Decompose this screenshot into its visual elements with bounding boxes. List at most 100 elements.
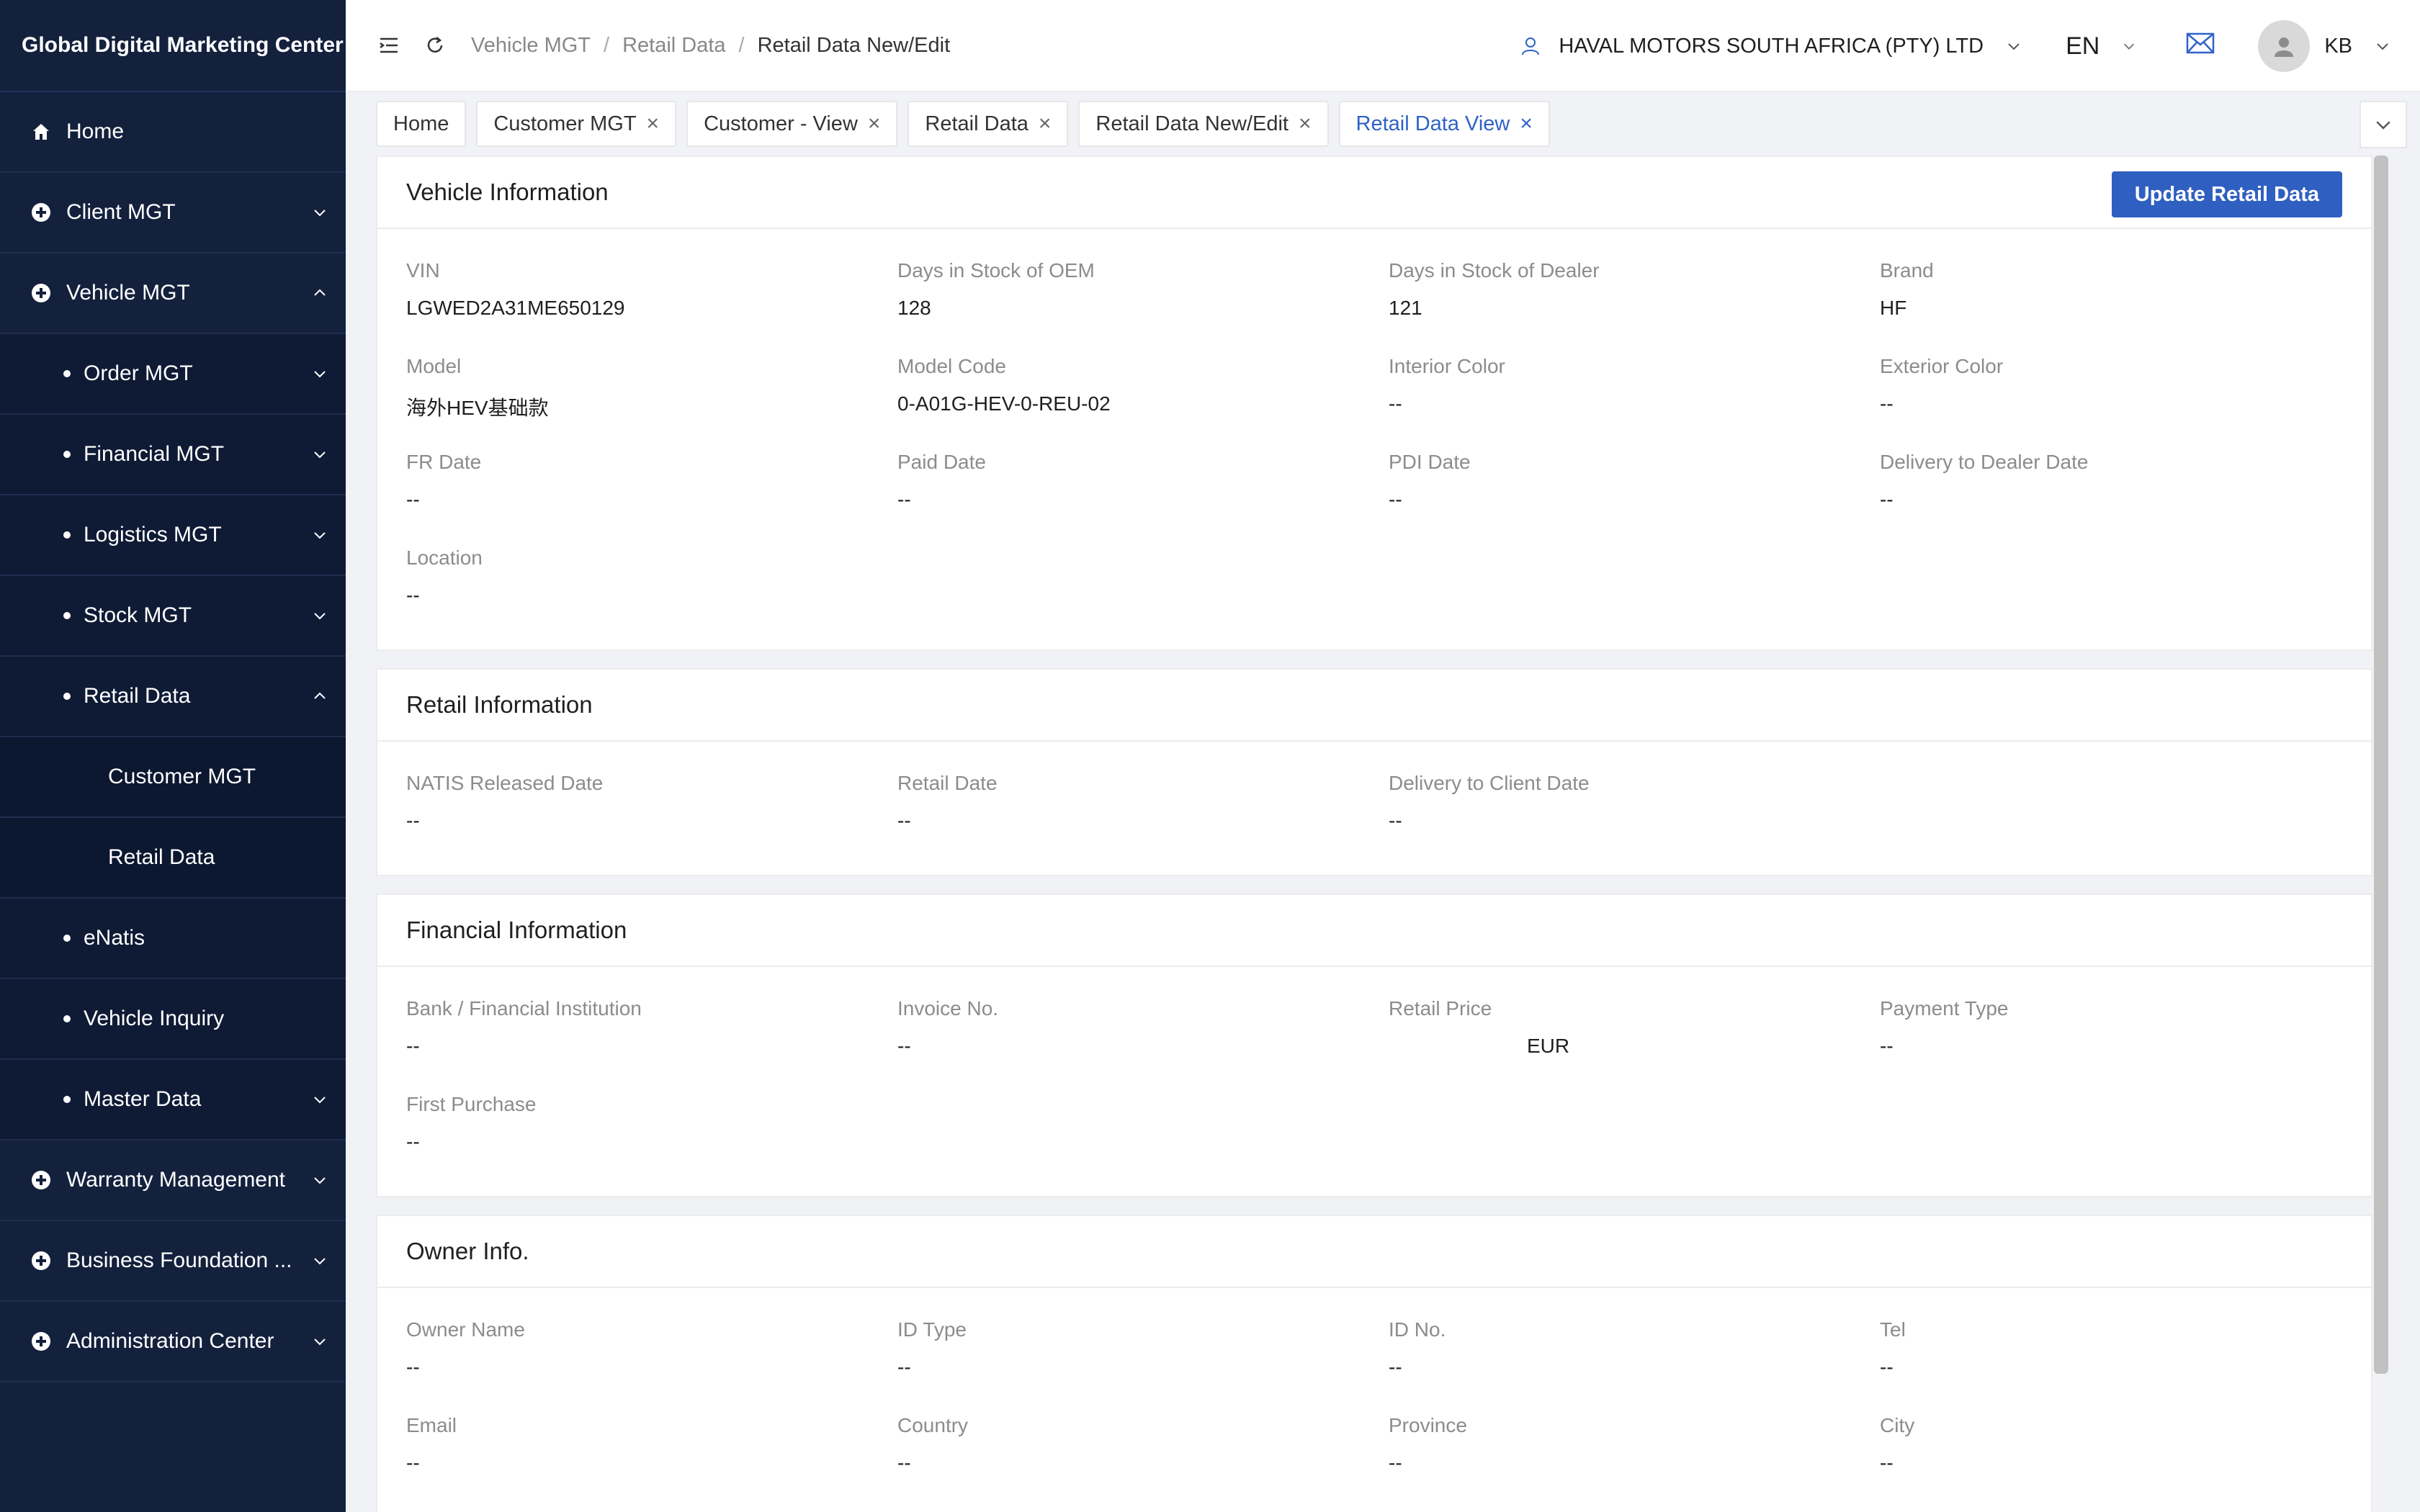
field-model-code: Model Code 0-A01G-HEV-0-REU-02 (897, 355, 1111, 415)
chevron-up-icon (314, 692, 326, 699)
sidebar-item-retail-data[interactable]: Retail Data (0, 818, 346, 899)
tab-label: Retail Data New/Edit (1095, 112, 1289, 135)
chevron-down-icon (2008, 43, 2020, 50)
sidebar-item-label: Vehicle MGT (66, 281, 190, 305)
main-content: Vehicle Information Update Retail Data V… (376, 156, 2372, 1512)
sidebar-item-label: Warranty Management (66, 1168, 286, 1192)
close-icon[interactable]: × (1520, 112, 1533, 136)
field-owner-name: Owner Name -- (406, 1318, 525, 1378)
update-retail-data-button[interactable]: Update Retail Data (2111, 171, 2342, 217)
user-name: KB (2324, 34, 2352, 58)
bullet-icon (63, 370, 71, 377)
sidebar-item-label: Administration Center (66, 1329, 274, 1353)
field-retail-price: Retail Price EUR (1389, 997, 1570, 1057)
tabs-more-button[interactable] (2360, 101, 2407, 148)
bullet-icon (63, 1096, 71, 1103)
field-payment-type: Payment Type -- (1880, 997, 2009, 1057)
field-pdi-date: PDI Date -- (1389, 451, 1471, 510)
field-delivery-dealer-date: Delivery to Dealer Date -- (1880, 451, 2089, 510)
breadcrumb-item[interactable]: Vehicle MGT (471, 34, 591, 58)
field-city: City -- (1880, 1414, 1915, 1474)
sidebar-item-label: Business Foundation ... (66, 1248, 292, 1272)
user-menu[interactable]: KB (2324, 35, 2391, 58)
tab-label: Customer MGT (493, 112, 637, 135)
chevron-down-icon (2377, 43, 2388, 50)
avatar[interactable] (2258, 20, 2311, 72)
sidebar: Global Digital Marketing Center Home Cli… (0, 0, 346, 1512)
close-icon[interactable]: × (1299, 112, 1312, 136)
scrollbar[interactable] (2374, 156, 2388, 1374)
mail-icon[interactable] (2186, 32, 2215, 60)
field-days-stock-dealer: Days in Stock of Dealer 121 (1389, 259, 1600, 319)
sidebar-item-label: Master Data (84, 1087, 202, 1111)
field-fr-date: FR Date -- (406, 451, 482, 510)
tab-home[interactable]: Home (376, 101, 467, 147)
tab-retail-data-new-edit[interactable]: Retail Data New/Edit × (1078, 101, 1329, 147)
close-icon[interactable]: × (1039, 112, 1052, 136)
sidebar-item-master-data[interactable]: Master Data (0, 1060, 346, 1140)
sidebar-item-home[interactable]: Home (0, 92, 346, 173)
sidebar-item-order-mgt[interactable]: Order MGT (0, 334, 346, 415)
bullet-icon (63, 451, 71, 458)
field-first-purchase: First Purchase -- (406, 1093, 537, 1153)
sidebar-item-vehicle-inquiry[interactable]: Vehicle Inquiry (0, 979, 346, 1060)
sidebar-item-enatis[interactable]: eNatis (0, 899, 346, 979)
tab-label: Home (393, 112, 449, 135)
home-icon (30, 121, 52, 143)
bullet-icon (63, 612, 71, 619)
section-title: Vehicle Information (406, 179, 609, 205)
sidebar-item-stock-mgt[interactable]: Stock MGT (0, 576, 346, 657)
close-icon[interactable]: × (647, 112, 660, 136)
vehicle-information-card: Vehicle Information Update Retail Data V… (376, 156, 2372, 651)
sidebar-item-label: Retail Data (108, 845, 215, 869)
sidebar-item-client-mgt[interactable]: Client MGT (0, 173, 346, 253)
tab-customer-mgt[interactable]: Customer MGT × (476, 101, 677, 147)
sidebar-item-financial-mgt[interactable]: Financial MGT (0, 415, 346, 495)
menu-fold-icon[interactable] (375, 31, 403, 60)
tab-retail-data[interactable]: Retail Data × (908, 101, 1069, 147)
chevron-down-icon (314, 613, 326, 620)
sidebar-item-logistics-mgt[interactable]: Logistics MGT (0, 495, 346, 576)
breadcrumb-separator: / (738, 33, 745, 57)
sidebar-item-vehicle-mgt[interactable]: Vehicle MGT (0, 253, 346, 334)
field-province: Province -- (1389, 1414, 1467, 1474)
sidebar-item-warranty-management[interactable]: Warranty Management (0, 1140, 346, 1221)
company-selector[interactable]: HAVAL MOTORS SOUTH AFRICA (PTY) LTD (1520, 35, 2022, 58)
app-title: Global Digital Marketing Center (0, 0, 346, 92)
sidebar-item-label: Client MGT (66, 200, 176, 224)
sidebar-item-retail-data-group[interactable]: Retail Data (0, 657, 346, 737)
sidebar-item-customer-mgt[interactable]: Customer MGT (0, 737, 346, 818)
user-outline-icon (1522, 37, 1540, 55)
tab-retail-data-view[interactable]: Retail Data View × (1338, 101, 1550, 147)
chevron-down-icon (314, 451, 326, 459)
financial-information-card: Financial Information Bank / Financial I… (376, 894, 2372, 1197)
refresh-icon[interactable] (421, 31, 449, 60)
field-location: Location -- (406, 546, 483, 606)
chevron-down-icon (314, 532, 326, 539)
plus-circle-icon (30, 202, 52, 223)
section-title: Owner Info. (406, 1238, 529, 1264)
field-tel: Tel -- (1880, 1318, 1906, 1378)
field-interior-color: Interior Color -- (1389, 355, 1505, 415)
page-tabs: Home Customer MGT × Customer - View × Re… (346, 92, 2420, 156)
field-country: Country -- (897, 1414, 969, 1474)
breadcrumb-current: Retail Data New/Edit (757, 33, 951, 57)
field-days-stock-oem: Days in Stock of OEM 128 (897, 259, 1095, 319)
language-selector[interactable]: EN (2066, 32, 2137, 60)
retail-information-card: Retail Information NATIS Released Date --… (376, 668, 2372, 876)
field-bank: Bank / Financial Institution -- (406, 997, 642, 1057)
section-title: Financial Information (406, 917, 627, 943)
breadcrumb-item[interactable]: Retail Data (622, 34, 725, 58)
tab-customer-view[interactable]: Customer - View × (686, 101, 898, 147)
chevron-up-icon (314, 289, 326, 296)
close-icon[interactable]: × (868, 112, 881, 136)
sidebar-item-business-foundation[interactable]: Business Foundation ... (0, 1221, 346, 1302)
company-name: HAVAL MOTORS SOUTH AFRICA (PTY) LTD (1559, 34, 1984, 58)
sidebar-item-administration-center[interactable]: Administration Center (0, 1302, 346, 1382)
bullet-icon (63, 935, 71, 942)
sidebar-item-label: Financial MGT (84, 442, 225, 466)
field-retail-date: Retail Date -- (897, 772, 998, 832)
plus-circle-icon (30, 1250, 52, 1272)
chevron-down-icon (314, 1338, 326, 1346)
sidebar-item-label: Stock MGT (84, 603, 192, 627)
